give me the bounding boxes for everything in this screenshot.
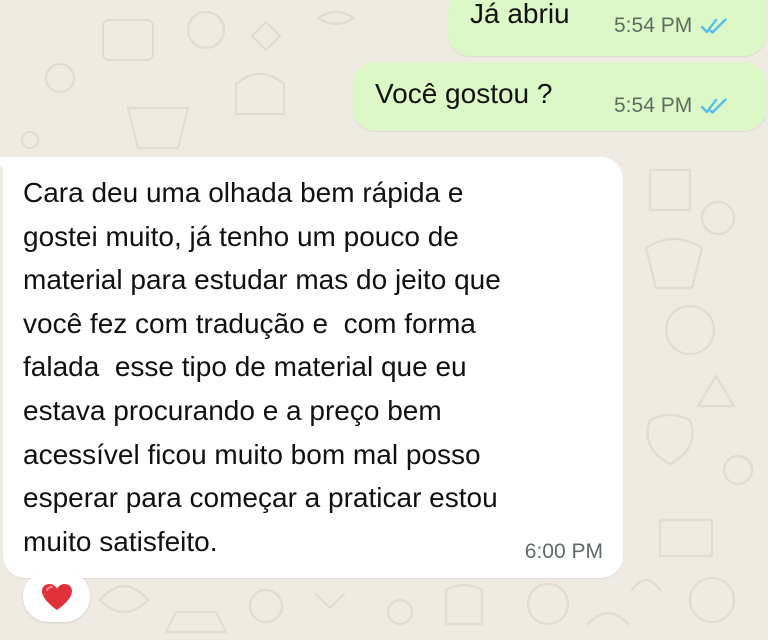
message-line: você fez com tradução e com forma bbox=[23, 307, 476, 339]
outgoing-message-bubble[interactable]: Já abriu 5:54 PM bbox=[448, 0, 766, 56]
message-meta: 6:00 PM bbox=[525, 540, 603, 564]
message-text: Você gostou ? bbox=[375, 78, 553, 109]
incoming-message-bubble[interactable]: Cara deu uma olhada bem rápida e gostei … bbox=[0, 157, 623, 578]
double-check-icon bbox=[701, 18, 727, 34]
message-text: Já abriu bbox=[470, 0, 570, 29]
message-line: estava procurando e a preço bem bbox=[23, 394, 442, 426]
message-time: 5:54 PM bbox=[614, 94, 693, 117]
message-meta: 5:54 PM bbox=[614, 94, 730, 118]
message-meta: 5:54 PM bbox=[614, 14, 730, 38]
message-text: Cara deu uma olhada bem rápida e gostei … bbox=[23, 171, 501, 563]
message-line: muito satisfeito. bbox=[23, 525, 218, 557]
reaction-badge[interactable] bbox=[23, 571, 90, 622]
message-line: falada esse tipo de material que eu bbox=[23, 351, 467, 383]
outgoing-message-bubble[interactable]: Você gostou ? 5:54 PM bbox=[353, 62, 766, 131]
message-line: esperar para começar a praticar estou bbox=[23, 482, 498, 514]
message-line: Cara deu uma olhada bem rápida e bbox=[23, 177, 464, 208]
message-line: gostei muito, já tenho um pouco de bbox=[23, 220, 459, 252]
message-time: 5:54 PM bbox=[614, 14, 693, 37]
message-time: 6:00 PM bbox=[524, 540, 603, 563]
message-line: material para estudar mas do jeito que bbox=[23, 264, 501, 296]
bubble-tail bbox=[0, 157, 7, 173]
message-line: acessível ficou muito bom mal posso bbox=[23, 438, 481, 470]
double-check-icon bbox=[701, 98, 727, 114]
heart-icon bbox=[41, 583, 72, 610]
